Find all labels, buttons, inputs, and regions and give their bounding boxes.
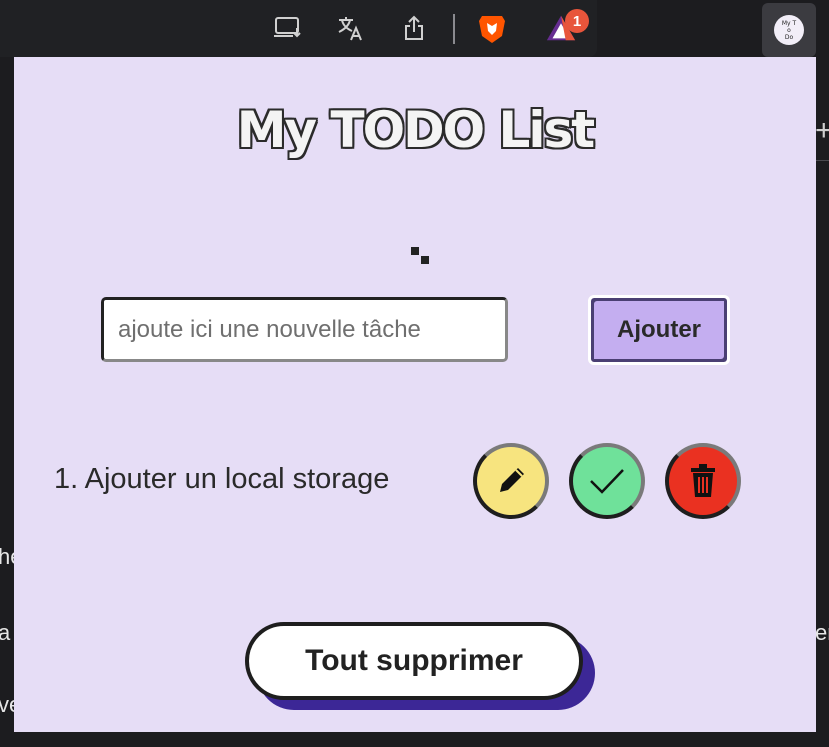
background-plus-icon: + <box>815 114 829 147</box>
pencil-icon <box>500 468 524 492</box>
check-icon <box>590 469 624 494</box>
background-divider <box>816 160 829 161</box>
background-text-fragment: er <box>815 620 829 645</box>
page-title: My TODO List <box>236 101 595 159</box>
todo-popup: My TODO List Ajouter 1. Ajouter un local… <box>14 57 816 732</box>
extension-logo: My T o Do <box>774 15 804 45</box>
rewards-badge: 1 <box>565 9 589 33</box>
task-label: 1. Ajouter un local storage <box>54 463 390 495</box>
browser-toolbar: 1 <box>0 0 597 57</box>
loading-indicator <box>421 256 429 264</box>
loading-indicator <box>411 247 419 255</box>
clear-all-button[interactable]: Tout supprimer <box>245 622 583 700</box>
task-item: 1. Ajouter un local storage <box>54 442 774 522</box>
translate-icon[interactable] <box>335 12 367 44</box>
background-text-fragment: a <box>0 620 11 645</box>
new-task-input[interactable] <box>101 297 508 362</box>
todo-extension-button[interactable]: My T o Do <box>762 3 816 57</box>
trash-icon <box>691 464 715 497</box>
delete-task-button[interactable] <box>665 443 741 519</box>
edit-task-button[interactable] <box>473 443 549 519</box>
toolbar-separator <box>453 14 455 44</box>
install-app-icon[interactable] <box>272 12 304 44</box>
brave-shields-icon[interactable] <box>476 12 508 44</box>
share-icon[interactable] <box>398 12 430 44</box>
clear-all-container: Tout supprimer <box>245 622 597 712</box>
add-task-button[interactable]: Ajouter <box>588 295 730 365</box>
complete-task-button[interactable] <box>569 443 645 519</box>
